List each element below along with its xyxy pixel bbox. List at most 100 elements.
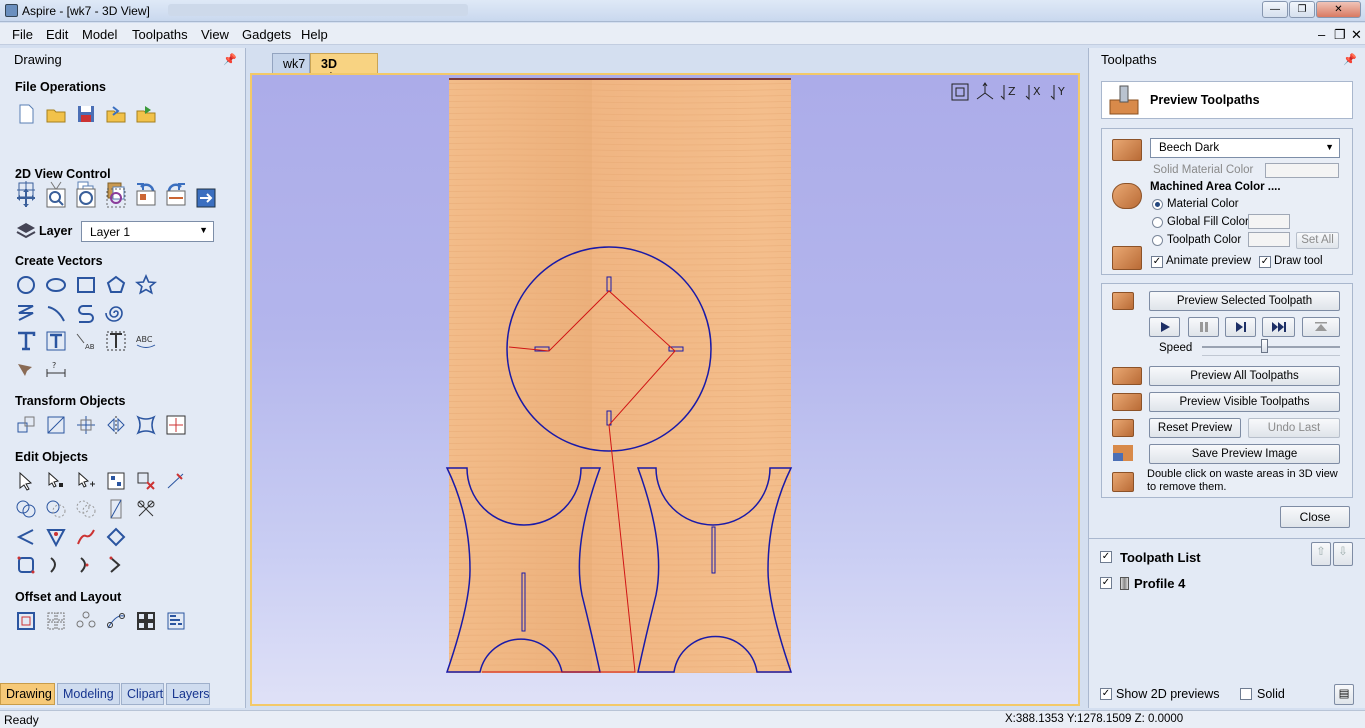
layer-select[interactable]: Layer 1 ▼ [81, 221, 214, 242]
select-dialog-icon[interactable] [105, 470, 127, 492]
distort-icon[interactable] [135, 414, 157, 436]
pause-button[interactable] [1188, 317, 1219, 337]
nesting-icon[interactable] [135, 610, 157, 632]
tab-modeling[interactable]: Modeling [57, 683, 120, 705]
skip-end-button[interactable] [1302, 317, 1340, 337]
restore-button[interactable]: ❐ [1289, 1, 1315, 18]
close-button[interactable]: Close [1280, 506, 1350, 528]
zoom-box-icon[interactable] [45, 187, 67, 209]
open-file-icon[interactable] [45, 103, 67, 125]
smooth-icon[interactable] [105, 526, 127, 548]
menu-view[interactable]: View [201, 27, 229, 42]
draw-rectangle-icon[interactable] [75, 274, 97, 296]
overlap-icon[interactable] [105, 498, 127, 520]
draw-arc-icon[interactable] [45, 302, 67, 324]
set-all-button[interactable]: Set All [1296, 232, 1339, 249]
draw-curve-icon[interactable] [75, 302, 97, 324]
step-forward-button[interactable] [1225, 317, 1256, 337]
pin-icon[interactable]: 📌 [1343, 53, 1357, 66]
global-fill-color-select[interactable] [1248, 214, 1290, 229]
weld-icon[interactable] [15, 498, 37, 520]
fast-forward-button[interactable] [1262, 317, 1295, 337]
speed-slider-thumb[interactable] [1260, 339, 1268, 353]
speed-slider-track[interactable] [1202, 346, 1340, 348]
toolpath-item-profile-4[interactable]: Profile 4 [1134, 576, 1185, 591]
zoom-extents-icon[interactable] [75, 187, 97, 209]
move-down-button[interactable]: ⇩ [1333, 542, 1353, 566]
draw-spiral-icon[interactable] [105, 302, 127, 324]
menu-toolpaths[interactable]: Toolpaths [132, 27, 188, 42]
reset-preview-button[interactable]: Reset Preview [1149, 418, 1241, 438]
profile-4-checkbox[interactable]: ✓ [1100, 577, 1112, 589]
preview-selected-toolpath-button[interactable]: Preview Selected Toolpath [1149, 291, 1340, 311]
close-vector-icon[interactable] [105, 554, 127, 576]
tab-3d-view[interactable]: 3D View [310, 53, 378, 85]
toolpath-color-radio[interactable] [1152, 235, 1163, 246]
menu-edit[interactable]: Edit [46, 27, 68, 42]
draw-circle-icon[interactable] [15, 274, 37, 296]
3d-viewport[interactable]: Z X Y [250, 73, 1080, 706]
copy-along-vector-icon[interactable] [105, 610, 127, 632]
fillet-corner-icon[interactable] [45, 526, 67, 548]
align-icon[interactable] [45, 414, 67, 436]
mdi-restore-button[interactable]: ❐ [1334, 27, 1346, 43]
mdi-minimize-button[interactable]: – [1318, 27, 1325, 42]
menu-help[interactable]: Help [301, 27, 328, 42]
offset-icon[interactable] [15, 610, 37, 632]
material-color-radio[interactable] [1152, 199, 1163, 210]
undo-last-button[interactable]: Undo Last [1248, 418, 1340, 438]
show-2d-previews-checkbox[interactable]: ✓ [1100, 688, 1112, 700]
circular-array-icon[interactable] [75, 610, 97, 632]
tab-wk7[interactable]: wk7 [272, 53, 310, 73]
draw-star-icon[interactable] [134, 273, 158, 296]
toolpath-list-checkbox[interactable]: ✓ [1100, 551, 1112, 563]
bitmap-view-icon[interactable] [135, 187, 157, 209]
draw-tool-checkbox[interactable]: ✓ [1259, 256, 1271, 268]
close-window-button[interactable]: ✕ [1316, 1, 1361, 18]
solid-checkbox[interactable] [1240, 688, 1252, 700]
tab-drawing[interactable]: Drawing [0, 683, 55, 705]
save-preview-image-button[interactable]: Save Preview Image [1149, 444, 1340, 464]
align-view-icon[interactable] [165, 187, 187, 209]
menu-gadgets[interactable]: Gadgets [242, 27, 291, 42]
move-up-button[interactable]: ⇧ [1311, 542, 1331, 566]
auto-layout-text-icon[interactable] [45, 330, 67, 352]
import-bitmap-icon[interactable] [135, 103, 157, 125]
transform-mode-icon[interactable] [75, 470, 97, 492]
global-fill-color-radio[interactable] [1152, 217, 1163, 228]
bend-text-icon[interactable]: ABC [135, 330, 157, 352]
set-origin-icon[interactable] [165, 414, 187, 436]
new-file-icon[interactable] [15, 103, 37, 125]
mirror-icon[interactable] [105, 414, 127, 436]
import-vectors-icon[interactable] [105, 103, 127, 125]
menu-file[interactable]: File [12, 27, 33, 42]
tab-clipart[interactable]: Clipart [121, 683, 164, 705]
node-edit-icon[interactable] [45, 470, 67, 492]
text-on-curve-icon[interactable]: AB [75, 330, 97, 352]
text-frame-icon[interactable] [105, 330, 127, 352]
toolpath-color-select[interactable] [1248, 232, 1290, 247]
menu-model[interactable]: Model [82, 27, 117, 42]
mdi-close-button[interactable]: ✕ [1351, 27, 1362, 43]
select-icon[interactable] [15, 470, 37, 492]
pan-icon[interactable] [15, 187, 37, 209]
node-edit-pen-icon[interactable] [15, 358, 37, 380]
dimension-icon[interactable]: ? [45, 358, 67, 380]
save-icon[interactable] [75, 103, 97, 125]
material-select[interactable]: Beech Dark ▼ [1150, 138, 1340, 158]
toolpath-summary-button[interactable]: ▤ [1334, 684, 1354, 705]
preview-all-toolpaths-button[interactable]: Preview All Toolpaths [1149, 366, 1340, 386]
auto-nest-icon[interactable] [165, 610, 187, 632]
interactive-trim-icon[interactable] [165, 470, 187, 492]
animate-preview-checkbox[interactable]: ✓ [1151, 256, 1163, 268]
zoom-selection-icon[interactable] [105, 187, 127, 209]
extend-icon[interactable] [45, 554, 67, 576]
draw-ellipse-icon[interactable] [45, 274, 67, 296]
join-vectors-icon[interactable] [15, 526, 37, 548]
draw-polygon-icon[interactable] [105, 274, 127, 296]
nest-parts-icon[interactable] [15, 554, 37, 576]
fillet-icon[interactable] [135, 498, 157, 520]
draw-text-icon[interactable] [15, 330, 37, 352]
switch-3d-view-icon[interactable] [195, 187, 217, 209]
curve-fit-icon[interactable] [75, 526, 97, 548]
